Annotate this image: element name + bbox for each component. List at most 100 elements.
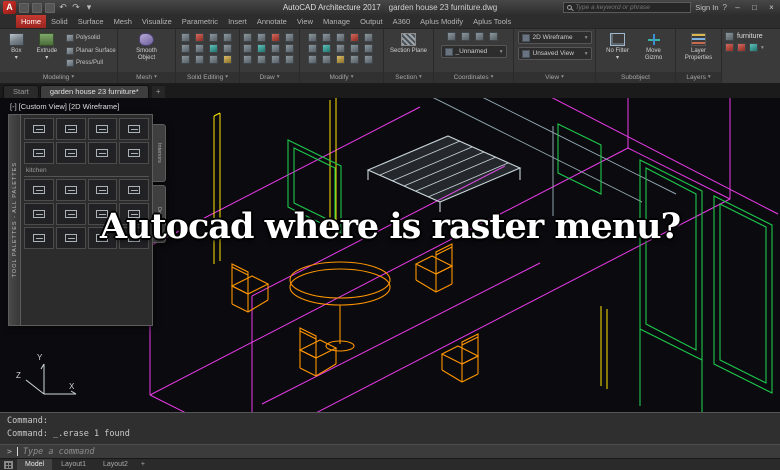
palette-item[interactable] <box>119 179 149 201</box>
open-icon[interactable] <box>19 2 29 13</box>
palette-item[interactable] <box>119 142 149 164</box>
solid-editing-tool-icon[interactable] <box>194 55 204 64</box>
ribbon-tab-output[interactable]: Output <box>355 15 388 28</box>
search-box[interactable] <box>563 2 692 13</box>
panel-label-solid-editing[interactable]: Solid Editing ▾ <box>176 72 239 83</box>
command-input-row[interactable]: > Type a command <box>0 444 780 458</box>
aplus-tool-icon[interactable] <box>737 43 746 52</box>
aplus-tool-icon[interactable] <box>749 43 758 52</box>
modify-tool-icon[interactable] <box>335 55 345 64</box>
layer-properties-button[interactable]: Layer Properties <box>679 31 718 70</box>
ribbon-tab-home[interactable]: Home <box>16 15 47 28</box>
modify-tool-icon[interactable] <box>363 44 373 53</box>
solid-editing-tool-icon[interactable] <box>222 44 232 53</box>
save-icon[interactable] <box>32 2 42 13</box>
palette-item[interactable] <box>55 142 86 164</box>
ribbon-tab-annotate[interactable]: Annotate <box>252 15 292 28</box>
undo-icon[interactable]: ↶ <box>58 3 68 13</box>
solid-editing-tool-icon[interactable] <box>180 33 190 42</box>
coordinates-tool-icon[interactable] <box>460 32 470 41</box>
palette-item[interactable] <box>55 227 86 249</box>
ribbon-tab-aplus-tools[interactable]: Aplus Tools <box>468 15 516 28</box>
draw-tool-icon[interactable] <box>270 44 280 53</box>
modify-tool-icon[interactable] <box>363 33 373 42</box>
viewport-menu-control[interactable]: [-] <box>10 102 17 111</box>
draw-tool-icon[interactable] <box>284 44 294 53</box>
ribbon-tab-a360[interactable]: A360 <box>388 15 416 28</box>
solid-editing-tool-icon[interactable] <box>194 44 204 53</box>
solid-editing-tool-icon[interactable] <box>208 33 218 42</box>
panel-label-layers[interactable]: Layers ▾ <box>676 72 721 83</box>
modify-tool-icon[interactable] <box>321 55 331 64</box>
box-dropdown-icon[interactable]: ▾ <box>15 55 18 62</box>
palette-item[interactable] <box>55 203 86 225</box>
modify-tool-icon[interactable] <box>349 55 359 64</box>
draw-tool-icon[interactable] <box>256 33 266 42</box>
no-filter-button[interactable]: No Filter ▾ <box>601 31 635 70</box>
draw-tool-icon[interactable] <box>242 44 252 53</box>
ribbon-tab-solid[interactable]: Solid <box>46 15 73 28</box>
palette-item[interactable] <box>24 142 54 164</box>
modify-tool-icon[interactable] <box>335 44 345 53</box>
signin-button[interactable]: Sign In <box>695 3 718 12</box>
ribbon-tab-visualize[interactable]: Visualize <box>137 15 177 28</box>
panel-label-mesh[interactable]: Mesh ▾ <box>118 72 175 83</box>
close-button[interactable]: × <box>765 3 778 12</box>
ucs-name-dropdown[interactable]: _Unnamed ▾ <box>440 45 507 58</box>
print-icon[interactable] <box>45 2 55 13</box>
modify-tool-icon[interactable] <box>363 55 373 64</box>
command-history[interactable]: Command: Command: _.erase 1 found <box>0 412 780 444</box>
box-button[interactable]: Box ▾ <box>3 31 30 70</box>
modify-tool-icon[interactable] <box>349 33 359 42</box>
palette-item[interactable] <box>87 142 118 164</box>
panel-label-modify[interactable]: Modify ▾ <box>300 72 383 83</box>
panel-label-modeling[interactable]: Modeling ▾ <box>0 72 117 83</box>
layout2-tab[interactable]: Layout2 <box>95 459 136 470</box>
move-gizmo-button[interactable]: Move Gizmo <box>637 31 671 70</box>
ribbon-tab-surface[interactable]: Surface <box>73 15 109 28</box>
palette-tab-detail[interactable]: Detail <box>153 185 166 243</box>
ribbon-tab-aplus-modify[interactable]: Aplus Modify <box>415 15 468 28</box>
file-tab-start[interactable]: Start <box>3 85 39 98</box>
solid-editing-tool-icon[interactable] <box>208 55 218 64</box>
palette-item[interactable] <box>119 203 149 225</box>
coordinates-tool-icon[interactable] <box>446 32 456 41</box>
palette-item[interactable] <box>87 227 118 249</box>
aplus-tool-icon[interactable] <box>725 43 734 52</box>
panel-label-subobject[interactable]: Subobject <box>596 72 675 83</box>
grid-icon[interactable] <box>4 460 13 469</box>
palette-item[interactable] <box>24 179 54 201</box>
palette-item[interactable] <box>24 118 54 140</box>
visual-style-dropdown[interactable]: 2D Wireframe ▾ <box>517 31 592 44</box>
help-icon[interactable]: ? <box>723 3 727 12</box>
planar-surface-button[interactable]: Planar Surface <box>64 45 116 57</box>
solid-editing-tool-icon[interactable] <box>180 55 190 64</box>
draw-tool-icon[interactable] <box>256 55 266 64</box>
modify-tool-icon[interactable] <box>321 33 331 42</box>
modify-tool-icon[interactable] <box>349 44 359 53</box>
viewport-style-control[interactable]: [2D Wireframe] <box>69 102 119 111</box>
palette-item[interactable] <box>55 179 86 201</box>
saved-view-dropdown[interactable]: Unsaved View ▾ <box>517 47 592 60</box>
panel-label-draw[interactable]: Draw ▾ <box>240 72 299 83</box>
draw-tool-icon[interactable] <box>242 55 252 64</box>
palette-item[interactable] <box>87 203 118 225</box>
new-layout-button[interactable]: + <box>137 459 149 470</box>
extrude-button[interactable]: Extrude ▾ <box>32 31 62 70</box>
solid-editing-tool-icon[interactable] <box>208 44 218 53</box>
draw-tool-icon[interactable] <box>284 55 294 64</box>
app-menu-button[interactable]: A <box>3 1 16 14</box>
modify-tool-icon[interactable] <box>335 33 345 42</box>
palette-item[interactable] <box>55 118 86 140</box>
panel-label-coordinates[interactable]: Coordinates ▾ <box>434 72 513 83</box>
palette-item[interactable] <box>87 118 118 140</box>
section-plane-button[interactable]: Section Plane <box>389 31 429 70</box>
modify-tool-icon[interactable] <box>307 44 317 53</box>
redo-icon[interactable]: ↷ <box>71 3 81 13</box>
smooth-object-button[interactable]: Smooth Object <box>127 31 167 70</box>
new-drawing-button[interactable]: + <box>151 86 165 98</box>
palette-item[interactable] <box>24 227 54 249</box>
press-pull-button[interactable]: Press/Pull <box>64 57 114 69</box>
ribbon-tab-view[interactable]: View <box>292 15 318 28</box>
draw-tool-icon[interactable] <box>242 33 252 42</box>
